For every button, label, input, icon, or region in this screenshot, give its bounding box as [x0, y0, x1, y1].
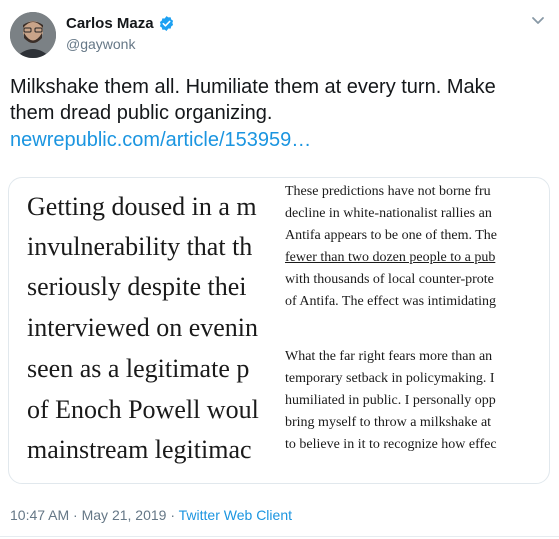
author-handle[interactable]: @gaywonk — [66, 36, 135, 52]
pull-quote-line: invulnerability that th — [27, 232, 253, 261]
body-line: to believe in it to recognize how effec — [285, 437, 497, 452]
body-line: Antifa appears to be one of them. The — [285, 228, 498, 243]
avatar-photo — [10, 12, 56, 58]
pull-quote-line: interviewed on evenin — [27, 313, 259, 342]
tweet-meta: 10:47 AM · May 21, 2019 · Twitter Web Cl… — [10, 507, 292, 523]
body-line: fewer than two dozen people to a pub — [285, 250, 495, 266]
author-name-text: Carlos Maza — [66, 15, 154, 32]
body-line: temporary setback in policymaking. I — [285, 371, 495, 386]
divider — [0, 536, 559, 537]
body-line: What the far right fears more than an — [285, 349, 493, 364]
body-line: humiliated in public. I personally opp — [285, 393, 496, 408]
article-image-card[interactable]: Getting doused in a m invulnerability th… — [8, 177, 550, 484]
pull-quote-line: mainstream legitimac — [27, 435, 252, 464]
avatar[interactable] — [10, 12, 56, 58]
pull-quote-line: seriously despite thei — [27, 272, 247, 301]
body-line: These predictions have not borne fru — [285, 184, 491, 199]
pull-quote-line: seen as a legitimate p — [27, 354, 250, 383]
body-line: of Antifa. The effect was intimidating — [285, 294, 496, 309]
pull-quote-line: of Enoch Powell woul — [27, 395, 259, 424]
tweet-time[interactable]: 10:47 AM — [10, 507, 69, 523]
chevron-down-icon[interactable] — [531, 16, 545, 26]
body-line: bring myself to throw a milkshake at — [285, 415, 492, 430]
tweet-date[interactable]: May 21, 2019 — [82, 507, 167, 523]
body-line-text: fewer than two dozen people to a pub — [285, 250, 496, 265]
author-display-name[interactable]: Carlos Maza — [66, 15, 175, 32]
tweet-text: Milkshake them all. Humiliate them at ev… — [10, 76, 496, 124]
body-line: decline in white-nationalist rallies an — [285, 206, 492, 221]
pull-quote-line: Getting doused in a m — [27, 192, 257, 221]
tweet-link[interactable]: newrepublic.com/article/153959… — [10, 127, 311, 153]
verified-badge-icon — [159, 16, 173, 31]
meta-separator: · — [170, 507, 176, 523]
body-line: with thousands of local counter-prote — [285, 272, 494, 287]
meta-separator: · — [73, 507, 78, 523]
article-pull-quote: Getting doused in a m invulnerability th… — [27, 192, 279, 477]
article-body-text: These predictions have not borne fru dec… — [285, 184, 549, 479]
tweet-client-link[interactable]: Twitter Web Client — [179, 507, 292, 523]
